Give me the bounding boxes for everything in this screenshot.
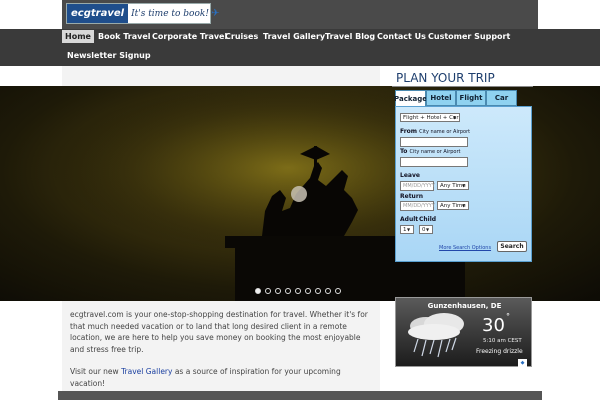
to-hint: City name or Airport bbox=[409, 149, 461, 155]
booking-panel: Flight + Hotel + Car ▼ From City name or… bbox=[395, 106, 532, 262]
nav-item-newsletter-signup[interactable]: Newsletter Signup bbox=[64, 49, 154, 62]
gallery-paragraph: Visit our new Travel Gallery as a source… bbox=[70, 366, 375, 389]
plan-divider bbox=[392, 86, 533, 87]
slider-play-button[interactable] bbox=[291, 186, 307, 202]
weather-widget: Gunzenhausen, DE 30 ° 5:10 am CEST Freez… bbox=[395, 297, 532, 367]
tab-car[interactable]: Car bbox=[486, 90, 517, 106]
nav-item-travel-blog[interactable]: Travel Blog bbox=[322, 30, 378, 43]
site-logo[interactable]: ecgtravel It's time to book! ✈ bbox=[66, 3, 219, 24]
travel-gallery-link[interactable]: Travel Gallery bbox=[121, 367, 172, 376]
search-button[interactable]: Search bbox=[497, 241, 527, 252]
nav-item-home[interactable]: Home bbox=[62, 30, 94, 43]
slider-dot-9[interactable] bbox=[335, 288, 341, 294]
slider-dot-5[interactable] bbox=[295, 288, 301, 294]
chevron-down-icon: ▼ bbox=[407, 227, 411, 232]
nav-item-customer-support[interactable]: Customer Support bbox=[425, 30, 513, 43]
booking-tabs: Package Hotel Flight Car bbox=[394, 90, 517, 106]
child-value: 0 bbox=[422, 226, 426, 233]
slider-dot-8[interactable] bbox=[325, 288, 331, 294]
child-select[interactable]: 0 ▼ bbox=[419, 225, 433, 234]
footer-bar bbox=[58, 391, 542, 400]
chevron-down-icon: ▼ bbox=[462, 203, 466, 208]
tab-hotel[interactable]: Hotel bbox=[426, 90, 456, 106]
weather-temperature: 30 bbox=[482, 315, 505, 336]
tab-flight[interactable]: Flight bbox=[456, 90, 486, 106]
to-label-text: To bbox=[400, 148, 408, 155]
return-date-input[interactable]: MM/DD/YYYY bbox=[400, 201, 435, 211]
package-type-select[interactable]: Flight + Hotel + Car ▼ bbox=[400, 113, 460, 122]
intro-paragraph: ecgtravel.com is your one-stop-shopping … bbox=[70, 310, 368, 354]
from-hint: City name or Airport bbox=[419, 129, 471, 135]
return-label: Return bbox=[400, 193, 424, 200]
slider-pager bbox=[255, 288, 341, 294]
from-input[interactable] bbox=[400, 137, 468, 147]
nav-item-contact-us[interactable]: Contact Us bbox=[374, 30, 429, 43]
adult-value: 1 bbox=[403, 226, 407, 233]
intro-text: ecgtravel.com is your one-stop-shopping … bbox=[70, 309, 375, 389]
tab-package[interactable]: Package bbox=[394, 90, 427, 106]
leave-label: Leave bbox=[400, 172, 420, 179]
from-label-text: From bbox=[400, 128, 418, 135]
weather-city: Gunzenhausen, DE bbox=[427, 302, 502, 310]
booking-widget: Package Hotel Flight Car Flight + Hotel … bbox=[394, 90, 532, 262]
nav-item-cruises[interactable]: Cruises bbox=[222, 30, 261, 43]
main-nav: Home Book Travel Corporate Travel Cruise… bbox=[0, 29, 600, 66]
child-label: Child bbox=[419, 216, 437, 223]
freezing-drizzle-icon bbox=[408, 313, 464, 358]
top-band: ecgtravel It's time to book! ✈ bbox=[0, 0, 600, 29]
to-input[interactable] bbox=[400, 157, 468, 167]
chevron-down-icon: ▼ bbox=[453, 115, 457, 120]
package-type-value: Flight + Hotel + Car bbox=[403, 114, 459, 121]
nav-item-book-travel[interactable]: Book Travel bbox=[95, 30, 154, 43]
chevron-down-icon: ▼ bbox=[426, 227, 430, 232]
weather-provider-icon[interactable]: ◆ bbox=[518, 359, 527, 367]
plan-your-trip-title: PLAN YOUR TRIP bbox=[396, 71, 495, 85]
weather-condition: Freezing drizzle bbox=[476, 348, 523, 355]
to-label: To City name or Airport bbox=[400, 148, 461, 155]
chevron-down-icon: ▼ bbox=[462, 183, 466, 188]
more-search-options-link[interactable]: More Search Options bbox=[439, 245, 491, 251]
leave-date-input[interactable]: MM/DD/YYYY bbox=[400, 181, 435, 191]
slider-dot-2[interactable] bbox=[265, 288, 271, 294]
slider-dot-7[interactable] bbox=[315, 288, 321, 294]
slider-dot-4[interactable] bbox=[285, 288, 291, 294]
adult-select[interactable]: 1 ▼ bbox=[400, 225, 414, 234]
logo-brand: ecgtravel bbox=[67, 4, 129, 23]
slider-dot-6[interactable] bbox=[305, 288, 311, 294]
weather-degree: ° bbox=[506, 312, 510, 321]
slider-dot-1[interactable] bbox=[255, 288, 261, 294]
slider-dot-3[interactable] bbox=[275, 288, 281, 294]
weather-time: 5:10 am CEST bbox=[483, 338, 522, 344]
nav-item-travel-gallery[interactable]: Travel Gallery bbox=[260, 30, 328, 43]
airplane-icon: ✈ bbox=[210, 8, 220, 19]
nav-item-corporate-travel[interactable]: Corporate Travel bbox=[149, 30, 230, 43]
return-time-select[interactable]: Any Time ▼ bbox=[437, 201, 469, 210]
from-label: From City name or Airport bbox=[400, 128, 470, 135]
gallery-text-before: Visit our new bbox=[70, 367, 122, 376]
logo-tagline: It's time to book! bbox=[131, 8, 209, 19]
adult-label: Adult bbox=[400, 216, 419, 223]
leave-time-select[interactable]: Any Time ▼ bbox=[437, 181, 469, 190]
